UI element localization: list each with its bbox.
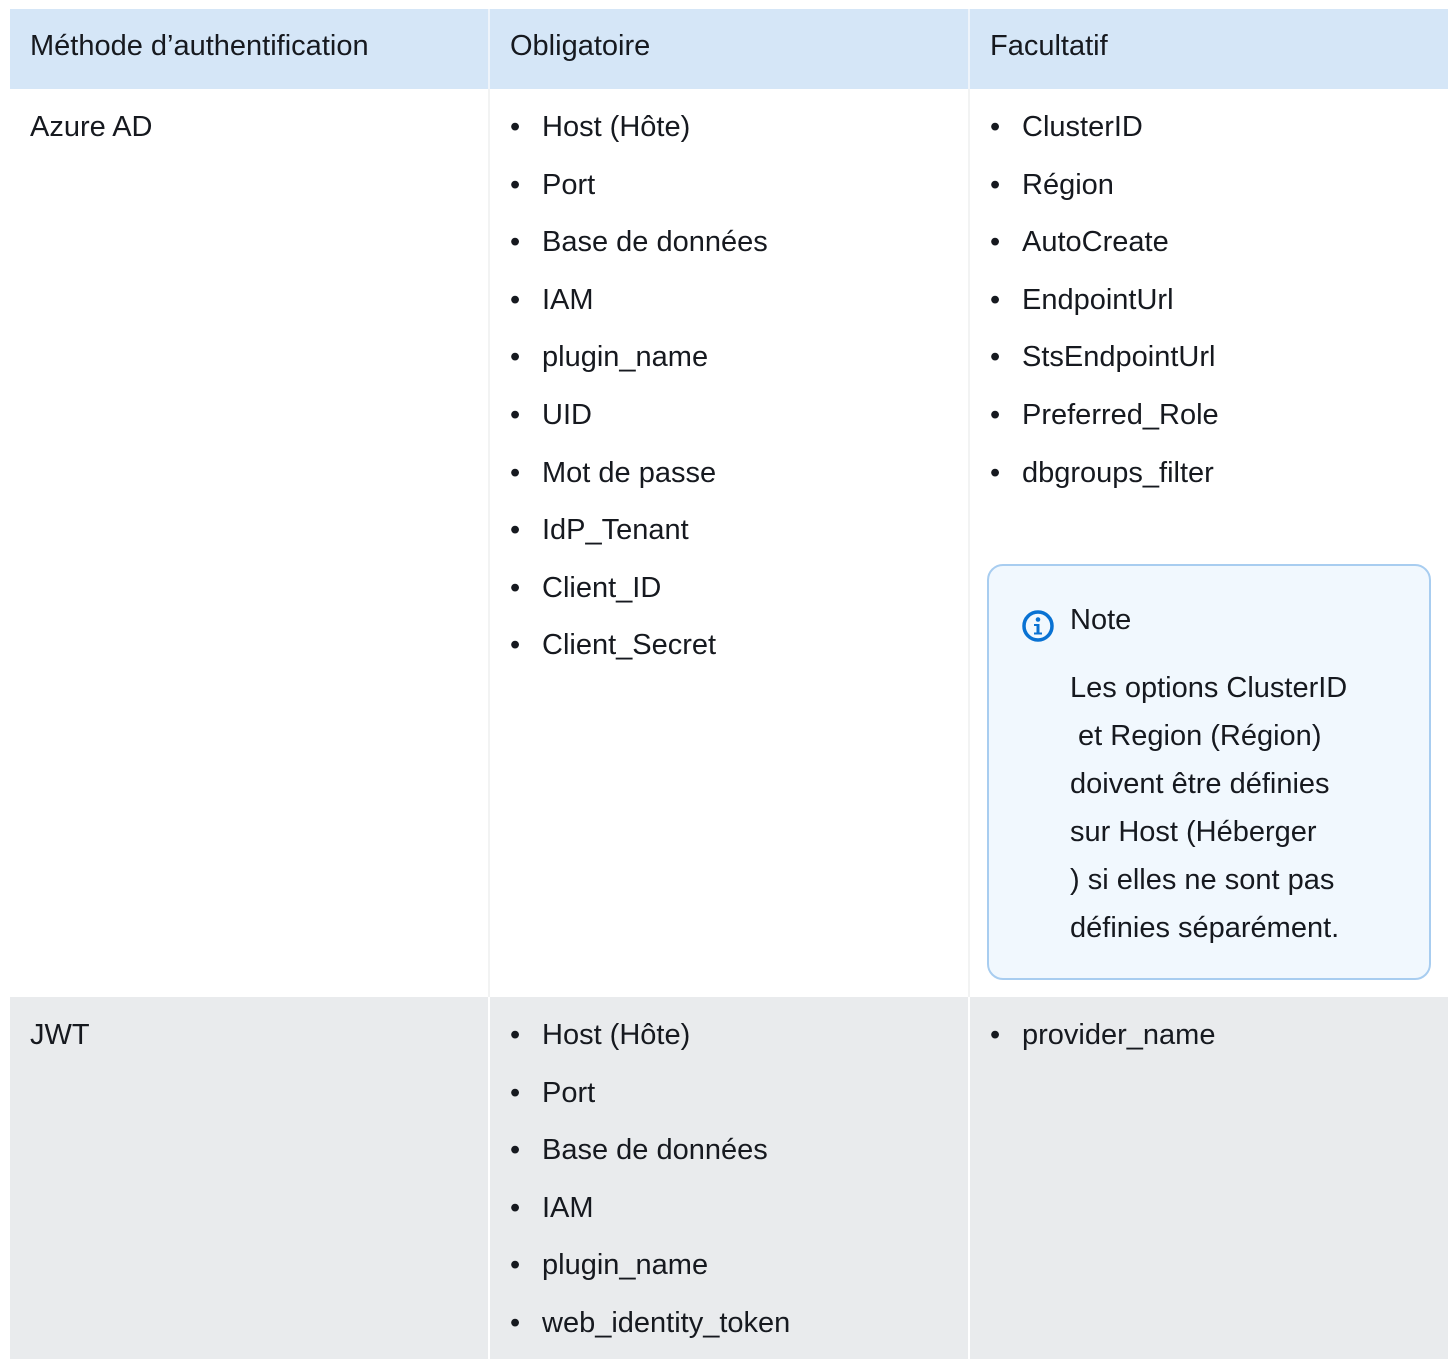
table-row-azure-required: Host (Hôte) Port Base de données IAM plu… — [490, 89, 968, 997]
header-cell-required: Obligatoire — [490, 9, 968, 89]
list-item: plugin_name — [510, 1251, 968, 1309]
note-callout: Note Les options ClusterID et Region (Ré… — [987, 564, 1431, 980]
list-item: EndpointUrl — [990, 285, 1448, 344]
table-row-azure-method: Azure AD — [10, 89, 488, 997]
list-item: Host (Hôte) — [510, 1021, 968, 1079]
list-item: Mot de passe — [510, 458, 968, 517]
note-line: définies séparément. — [1070, 912, 1340, 944]
list-item: Port — [510, 1078, 968, 1137]
note-title: Note — [1070, 604, 1132, 636]
list-item: IAM — [510, 285, 968, 344]
optional-params-list: ClusterID Région AutoCreate EndpointUrl … — [970, 89, 1448, 516]
note-line: et Region (Région) — [1070, 720, 1322, 752]
note-body: Les options ClusterID et Region (Région)… — [1070, 664, 1410, 952]
method-name: JWT — [30, 1019, 90, 1051]
list-item: AutoCreate — [990, 228, 1448, 286]
note-line: ) si elles ne sont pas — [1070, 864, 1335, 896]
optional-params-list: provider_name — [970, 997, 1448, 1079]
list-item: Port — [510, 170, 968, 229]
list-item: IdP_Tenant — [510, 516, 968, 574]
table-row-jwt-method: JWT — [10, 997, 488, 1359]
list-item: StsEndpointUrl — [990, 343, 1448, 401]
list-item: UID — [510, 401, 968, 459]
method-name: Azure AD — [30, 111, 153, 143]
list-item: Client_Secret — [510, 631, 968, 689]
list-item: Host (Hôte) — [510, 113, 968, 171]
note-line: Les options ClusterID — [1070, 672, 1348, 704]
list-item: provider_name — [990, 1021, 1448, 1079]
list-item: Région — [990, 170, 1448, 229]
list-item: Base de données — [510, 228, 968, 286]
header-cell-method: Méthode d’authentification — [10, 9, 488, 89]
header-optional-label: Facultatif — [990, 30, 1108, 62]
list-item: Base de données — [510, 1136, 968, 1194]
list-item: ClusterID — [990, 113, 1448, 171]
table-row-jwt-required: Host (Hôte) Port Base de données IAM plu… — [490, 997, 968, 1359]
list-item: IAM — [510, 1193, 968, 1252]
required-params-list: Host (Hôte) Port Base de données IAM plu… — [490, 89, 968, 689]
list-item: plugin_name — [510, 343, 968, 401]
info-icon — [1022, 610, 1054, 642]
header-cell-optional: Facultatif — [970, 9, 1448, 89]
note-line: doivent être définies — [1070, 768, 1330, 800]
required-params-list: Host (Hôte) Port Base de données IAM plu… — [490, 997, 968, 1367]
list-item: dbgroups_filter — [990, 458, 1448, 517]
note-line: sur Host (Héberger — [1070, 816, 1317, 848]
header-method-label: Méthode d’authentification — [30, 30, 369, 62]
list-item: web_identity_token — [510, 1309, 968, 1367]
list-item: Client_ID — [510, 573, 968, 632]
table-row-jwt-optional: provider_name — [970, 997, 1448, 1359]
list-item: Preferred_Role — [990, 401, 1448, 459]
header-required-label: Obligatoire — [510, 30, 651, 62]
